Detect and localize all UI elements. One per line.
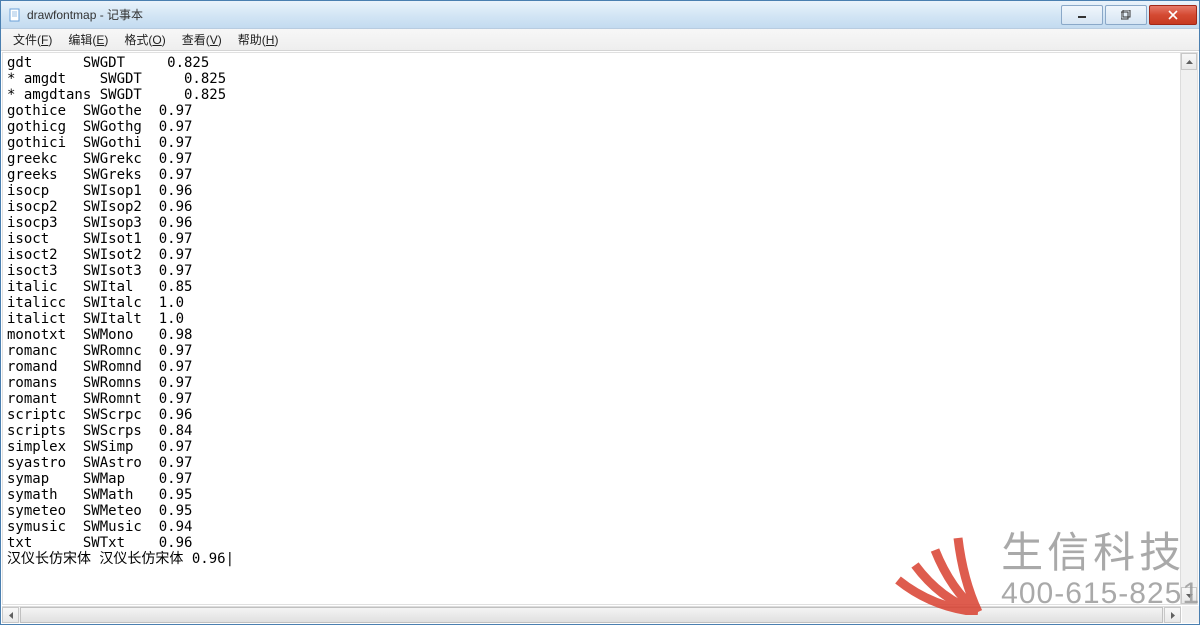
chevron-right-icon	[1171, 612, 1175, 619]
text-line[interactable]: gdt SWGDT 0.825	[7, 55, 209, 71]
text-line[interactable]: italic SWItal 0.85	[7, 279, 192, 295]
chevron-up-icon	[1186, 60, 1193, 64]
titlebar[interactable]: drawfontmap - 记事本	[1, 1, 1199, 29]
text-line[interactable]: syastro SWAstro 0.97	[7, 455, 192, 471]
chevron-down-icon	[1186, 594, 1193, 598]
notepad-icon	[7, 7, 23, 23]
text-line[interactable]: scripts SWScrps 0.84	[7, 423, 192, 439]
text-line[interactable]: isocp SWIsop1 0.96	[7, 183, 192, 199]
text-line[interactable]: gothicg SWGothg 0.97	[7, 119, 192, 135]
scrollbar-track[interactable]	[1181, 70, 1197, 587]
scrollbar-thumb[interactable]	[20, 607, 1163, 623]
text-line[interactable]: txt SWTxt 0.96	[7, 535, 192, 551]
menu-format[interactable]: 格式(O)	[116, 29, 173, 50]
text-line[interactable]: isoct3 SWIsot3 0.97	[7, 263, 192, 279]
text-line[interactable]: romand SWRomnd 0.97	[7, 359, 192, 375]
text-line[interactable]: romant SWRomnt 0.97	[7, 391, 192, 407]
scroll-left-button[interactable]	[2, 607, 19, 623]
scroll-right-button[interactable]	[1164, 607, 1181, 623]
text-line[interactable]: gothice SWGothe 0.97	[7, 103, 192, 119]
window-title: drawfontmap - 记事本	[27, 6, 1059, 23]
text-line[interactable]: * amgdtans SWGDT 0.825	[7, 87, 226, 103]
text-line[interactable]: symeteo SWMeteo 0.95	[7, 503, 192, 519]
maximize-icon	[1121, 10, 1131, 20]
text-line[interactable]: isocp2 SWIsop2 0.96	[7, 199, 192, 215]
text-editor[interactable]: gdt SWGDT 0.825 * amgdt SWGDT 0.825 * am…	[3, 53, 1180, 604]
maximize-button[interactable]	[1105, 5, 1147, 25]
scroll-up-button[interactable]	[1181, 53, 1197, 70]
text-line[interactable]: simplex SWSimp 0.97	[7, 439, 192, 455]
text-line[interactable]: symusic SWMusic 0.94	[7, 519, 192, 535]
text-line[interactable]: greeks SWGreks 0.97	[7, 167, 192, 183]
text-line[interactable]: isocp3 SWIsop3 0.96	[7, 215, 192, 231]
horizontal-scrollbar[interactable]	[2, 606, 1181, 623]
text-line[interactable]: isoct SWIsot1 0.97	[7, 231, 192, 247]
notepad-window: drawfontmap - 记事本 文件(F) 编辑(E) 格式(O) 查看(V…	[0, 0, 1200, 625]
close-button[interactable]	[1149, 5, 1197, 25]
menu-edit[interactable]: 编辑(E)	[60, 29, 116, 50]
minimize-button[interactable]	[1061, 5, 1103, 25]
text-line[interactable]: monotxt SWMono 0.98	[7, 327, 192, 343]
scroll-down-button[interactable]	[1181, 587, 1197, 604]
text-line[interactable]: romans SWRomns 0.97	[7, 375, 192, 391]
window-controls	[1059, 5, 1197, 25]
menu-file[interactable]: 文件(F)	[5, 29, 60, 50]
text-line[interactable]: symath SWMath 0.95	[7, 487, 192, 503]
close-icon	[1168, 10, 1178, 20]
text-line[interactable]: romanc SWRomnc 0.97	[7, 343, 192, 359]
content-area: gdt SWGDT 0.825 * amgdt SWGDT 0.825 * am…	[2, 52, 1198, 605]
text-line[interactable]: 汉仪长仿宋体 汉仪长仿宋体 0.96	[7, 551, 234, 567]
text-line[interactable]: scriptc SWScrpc 0.96	[7, 407, 192, 423]
menu-help[interactable]: 帮助(H)	[230, 29, 287, 50]
text-line[interactable]: greekc SWGrekc 0.97	[7, 151, 192, 167]
text-line[interactable]: symap SWMap 0.97	[7, 471, 192, 487]
text-line[interactable]: gothici SWGothi 0.97	[7, 135, 192, 151]
vertical-scrollbar[interactable]	[1180, 53, 1197, 604]
minimize-icon	[1077, 10, 1087, 20]
text-line[interactable]: * amgdt SWGDT 0.825	[7, 71, 226, 87]
text-line[interactable]: italict SWItalt 1.0	[7, 311, 184, 327]
chevron-left-icon	[9, 612, 13, 619]
scrollbar-corner	[1182, 606, 1199, 623]
bottom-scroll-wrap	[1, 606, 1199, 624]
text-line[interactable]: italicc SWItalc 1.0	[7, 295, 184, 311]
menu-view[interactable]: 查看(V)	[174, 29, 230, 50]
text-line[interactable]: isoct2 SWIsot2 0.97	[7, 247, 192, 263]
menubar: 文件(F) 编辑(E) 格式(O) 查看(V) 帮助(H)	[1, 29, 1199, 51]
